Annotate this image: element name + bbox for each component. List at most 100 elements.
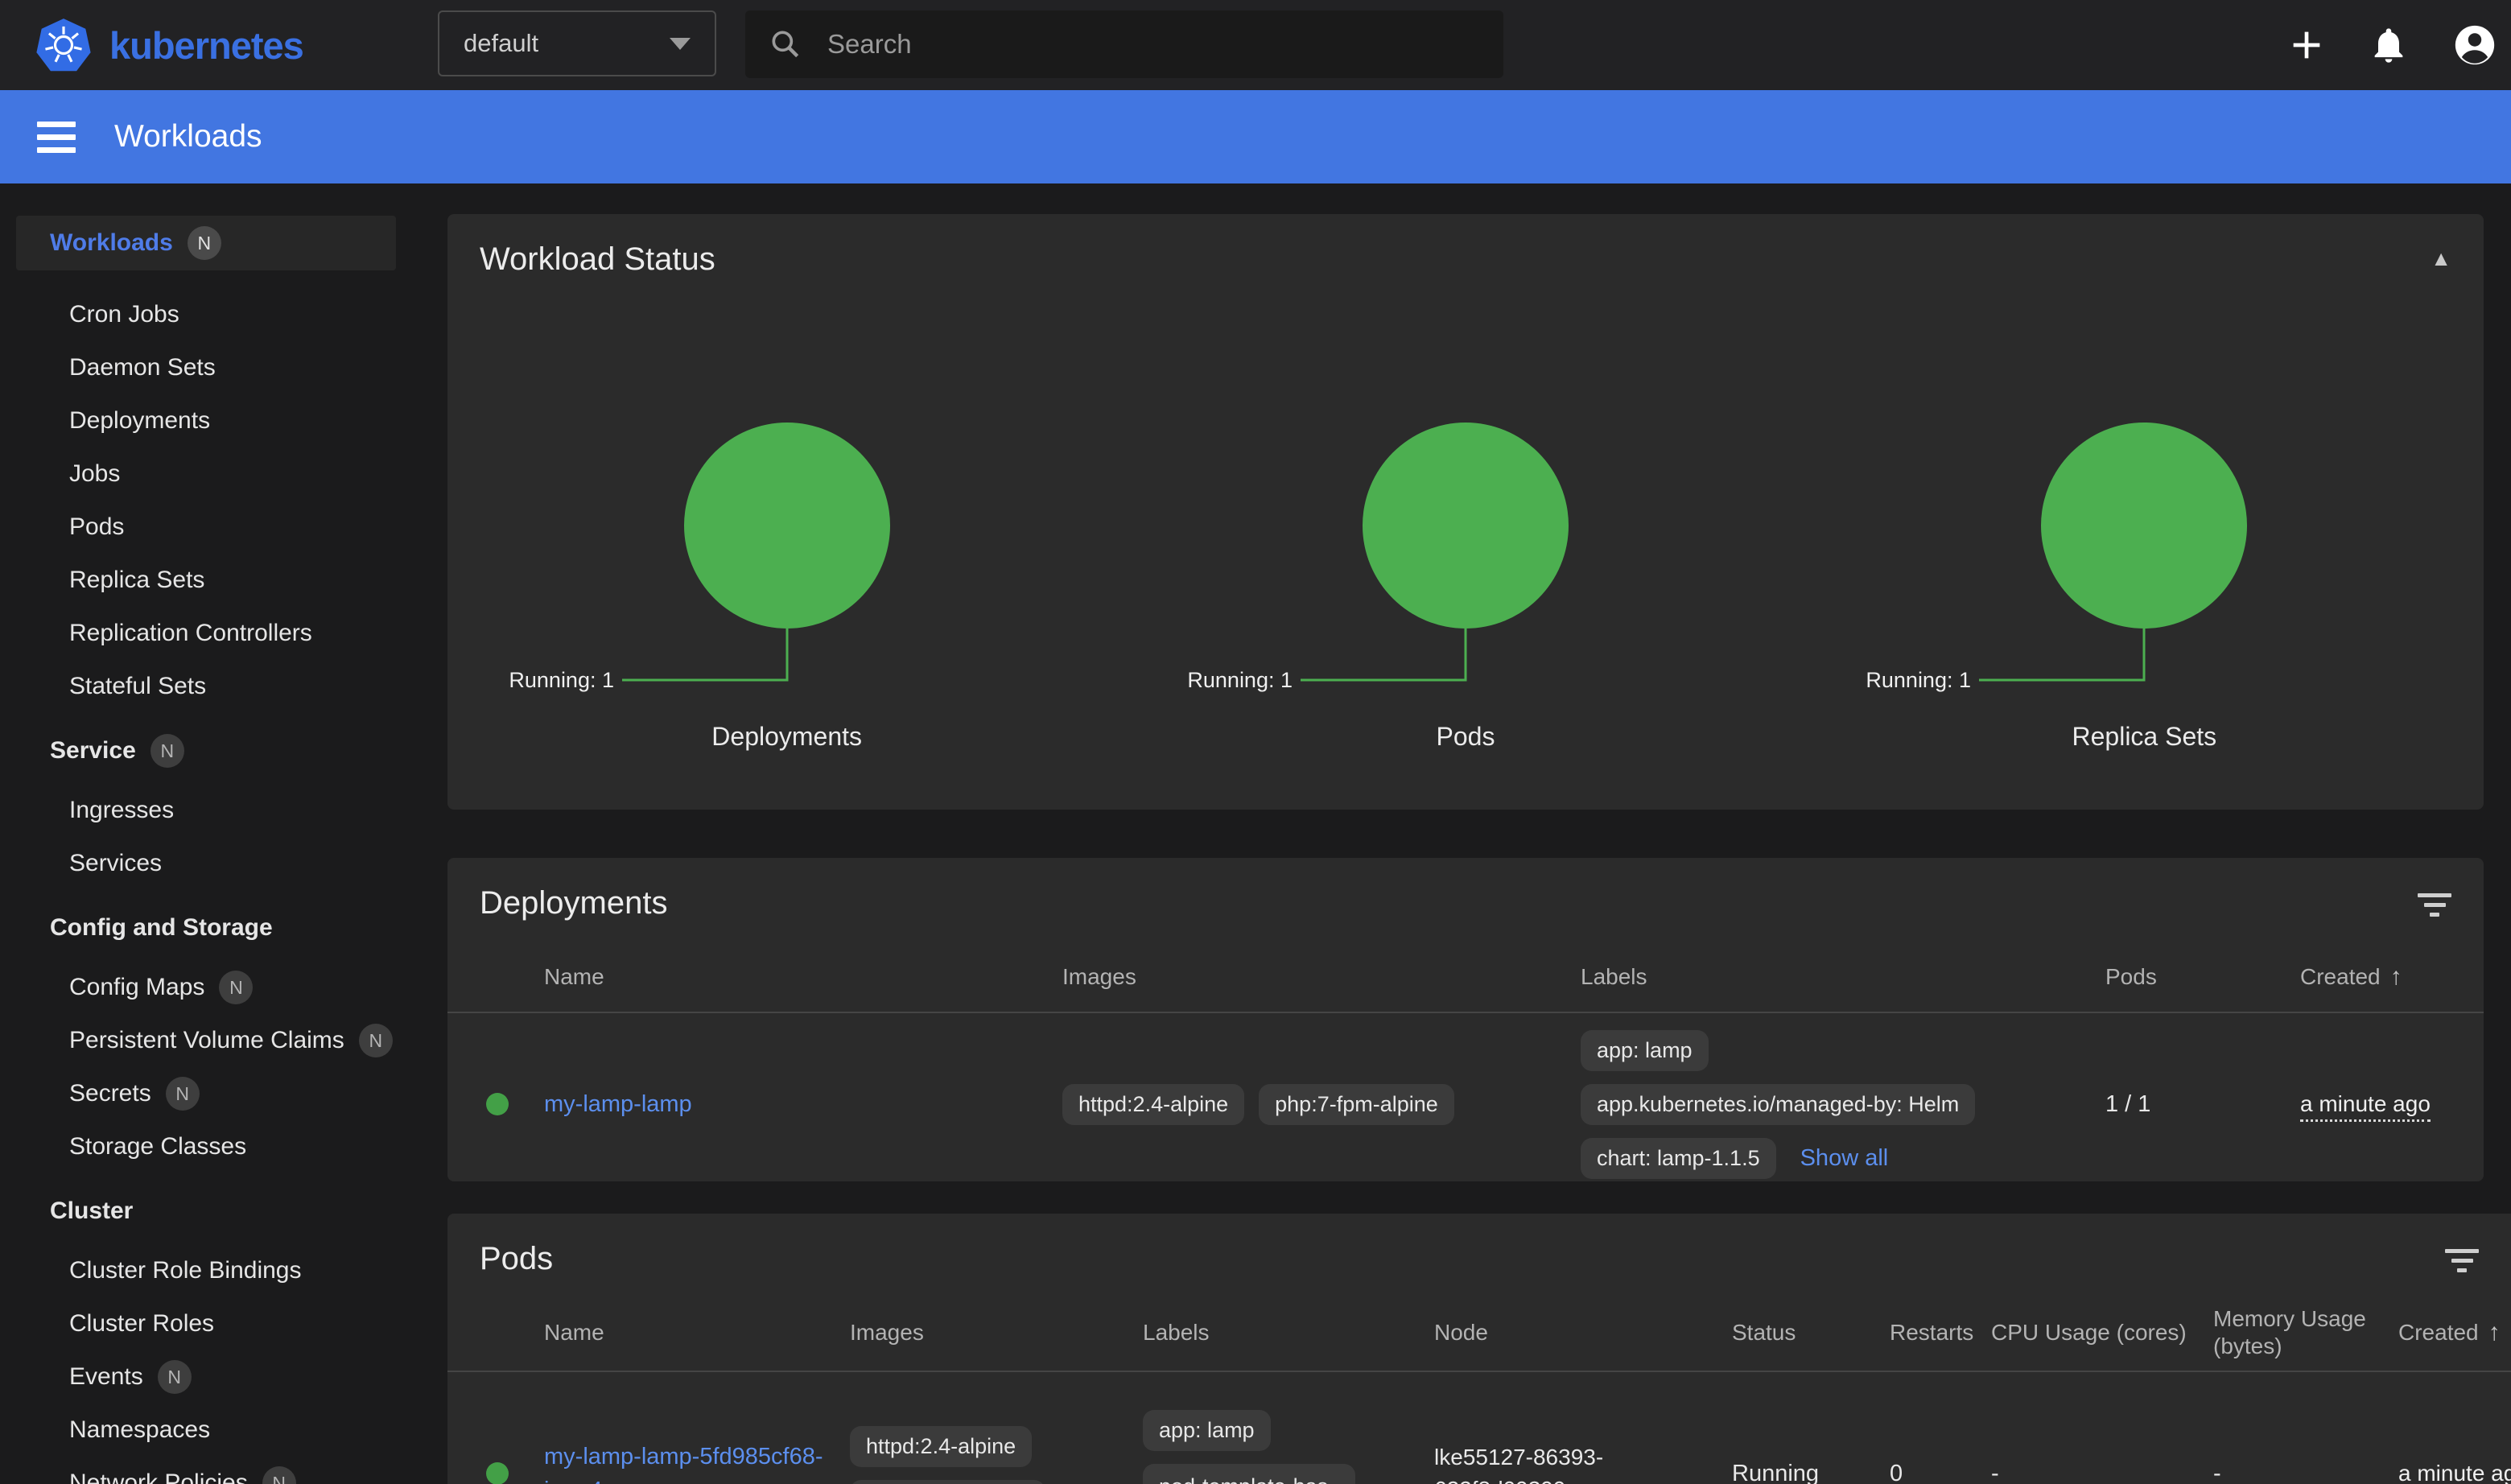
sidebar-item-label: Network Policies [69, 1470, 248, 1484]
label-chip: pod-template-hash: 5fd985cf68 [1143, 1464, 1355, 1484]
sidebar-item-label: Replication Controllers [69, 620, 312, 647]
workload-status-card: Workload Status ▲ Running: 1 Deployments [447, 214, 2484, 810]
column-header-labels: Labels [1143, 1320, 1434, 1346]
page-title: Workloads [114, 119, 262, 155]
sort-asc-icon: ↑ [2488, 1319, 2501, 1346]
sidebar-item-label: Cluster Roles [69, 1310, 214, 1338]
show-all-labels-link[interactable]: Show all [1800, 1145, 1889, 1172]
sidebar-item-secrets[interactable]: Secrets N [0, 1067, 412, 1120]
node-name: lke55127-86393-622f8d09399a [1434, 1441, 1637, 1484]
sidebar-item-config-maps[interactable]: Config Maps N [0, 961, 412, 1014]
user-menu-button[interactable] [2451, 0, 2498, 90]
image-chip: php:7-fpm-alpine [850, 1480, 1045, 1484]
namespaced-badge: N [219, 971, 253, 1004]
account-circle-icon [2451, 22, 2498, 68]
label-chip: app.kubernetes.io/managed-by: Helm [1581, 1084, 1975, 1125]
sidebar-item-replication-controllers[interactable]: Replication Controllers [0, 607, 412, 660]
image-chip: httpd:2.4-alpine [1062, 1084, 1244, 1125]
search-icon [768, 27, 803, 62]
pie-chart-pods: Running: 1 Pods [1126, 284, 1804, 752]
table-row: my-lamp-lamp httpd:2.4-alpine php:7-fpm-… [447, 1013, 2484, 1181]
sidebar-item-pods[interactable]: Pods [0, 501, 412, 554]
sidebar-item-namespaces[interactable]: Namespaces [0, 1404, 412, 1457]
app-toolbar: Workloads [0, 90, 2511, 183]
sidebar-item-label: Deployments [69, 407, 210, 435]
namespaced-badge: N [188, 226, 221, 260]
namespace-select[interactable]: default [438, 10, 716, 76]
column-header-pods: Pods [2105, 964, 2300, 990]
sidebar-item-persistent-volume-claims[interactable]: Persistent Volume Claims N [0, 1014, 412, 1067]
sidebar-item-cron-jobs[interactable]: Cron Jobs [0, 288, 412, 341]
sidebar-item-replica-sets[interactable]: Replica Sets [0, 554, 412, 607]
filter-icon[interactable] [2418, 885, 2451, 917]
column-header-images: Images [850, 1320, 1143, 1346]
deployments-card: Deployments Name Images Labels Pods Crea… [447, 858, 2484, 1181]
kubernetes-dashboard: { "colors": { "toolbar-blue": "#4276e1",… [0, 0, 2511, 1484]
sidebar-item-ingresses[interactable]: Ingresses [0, 784, 412, 837]
collapse-icon[interactable]: ▲ [2431, 241, 2451, 271]
notifications-button[interactable] [2368, 0, 2410, 90]
sidebar-item-network-policies[interactable]: Network Policies N [0, 1457, 412, 1484]
filter-icon[interactable] [2445, 1241, 2479, 1272]
sidebar-item-daemon-sets[interactable]: Daemon Sets [0, 341, 412, 394]
chart-title: Replica Sets [2072, 722, 2217, 752]
column-header-name: Name [544, 1320, 850, 1346]
image-chip: php:7-fpm-alpine [1259, 1084, 1454, 1125]
deployments-table-header: Name Images Labels Pods Created ↑ [447, 942, 2484, 1013]
namespace-select-value: default [464, 29, 670, 58]
plus-icon [2284, 23, 2329, 68]
sidebar-item-label: Events [69, 1363, 143, 1391]
sidebar-item-stateful-sets[interactable]: Stateful Sets [0, 660, 412, 713]
sidebar-item-label: Config Maps [69, 974, 204, 1001]
kubernetes-logo-icon [35, 17, 92, 73]
namespaced-badge: N [150, 734, 184, 768]
column-header-node: Node [1434, 1320, 1732, 1346]
sidebar-item-storage-classes[interactable]: Storage Classes [0, 1120, 412, 1173]
sidebar-item-services[interactable]: Services [0, 837, 412, 890]
namespaced-badge: N [262, 1466, 296, 1484]
top-bar: kubernetes default [0, 0, 2511, 90]
sidebar-item-label: Workloads [50, 229, 173, 257]
pod-name-link[interactable]: my-lamp-lamp-5fd985cf68-jwvz4 [544, 1440, 827, 1484]
sidebar-item-label: Ingresses [69, 797, 174, 824]
column-header-created[interactable]: Created ↑ [2398, 1319, 2511, 1346]
kubernetes-logo[interactable]: kubernetes [35, 0, 303, 90]
sidebar-item-cluster-role-bindings[interactable]: Cluster Role Bindings [0, 1244, 412, 1297]
deployment-name-link[interactable]: my-lamp-lamp [544, 1091, 692, 1117]
sidebar-section-label: Config and Storage [50, 914, 273, 942]
sidebar-item-service[interactable]: Service N [0, 724, 412, 777]
create-resource-button[interactable] [2284, 0, 2329, 90]
column-header-created[interactable]: Created ↑ [2300, 963, 2451, 991]
pie-chart-svg: Running: 1 [449, 284, 1125, 719]
card-title: Deployments [480, 885, 667, 921]
sidebar-item-label: Namespaces [69, 1416, 210, 1444]
image-chip: httpd:2.4-alpine [850, 1426, 1032, 1467]
column-header-label: Created [2300, 964, 2381, 990]
pods-ratio: 1 / 1 [2105, 1091, 2300, 1118]
menu-button[interactable] [37, 122, 76, 153]
workload-status-charts: Running: 1 Deployments Running: 1 Pods [447, 284, 2484, 752]
sidebar-item-cluster-roles[interactable]: Cluster Roles [0, 1297, 412, 1350]
column-header-images: Images [1062, 964, 1581, 990]
bell-icon [2368, 24, 2410, 66]
sidebar-item-label: Cron Jobs [69, 301, 179, 328]
card-title: Workload Status [480, 241, 715, 278]
sidebar-item-events[interactable]: Events N [0, 1350, 412, 1404]
search-input[interactable] [827, 29, 1455, 60]
sidebar-item-workloads[interactable]: Workloads N [16, 216, 396, 270]
sidebar-section-cluster: Cluster [0, 1185, 412, 1238]
sidebar-section-label: Cluster [50, 1198, 133, 1225]
sidebar: Workloads N Cron Jobs Daemon Sets Deploy… [0, 183, 412, 1484]
pie-chart-svg: Running: 1 [1806, 284, 2482, 719]
sidebar-item-label: Secrets [69, 1080, 151, 1107]
pod-cpu-usage: - [1991, 1461, 2213, 1484]
sidebar-item-label: Cluster Role Bindings [69, 1257, 301, 1284]
sidebar-item-deployments[interactable]: Deployments [0, 394, 412, 447]
pie-chart-svg: Running: 1 [1128, 284, 1804, 719]
sidebar-item-jobs[interactable]: Jobs [0, 447, 412, 501]
status-ok-icon [486, 1462, 509, 1484]
column-header-restarts: Restarts [1890, 1320, 1991, 1346]
sidebar-item-label: Services [69, 850, 162, 877]
status-ok-icon [486, 1093, 509, 1115]
chart-title: Pods [1437, 722, 1495, 752]
